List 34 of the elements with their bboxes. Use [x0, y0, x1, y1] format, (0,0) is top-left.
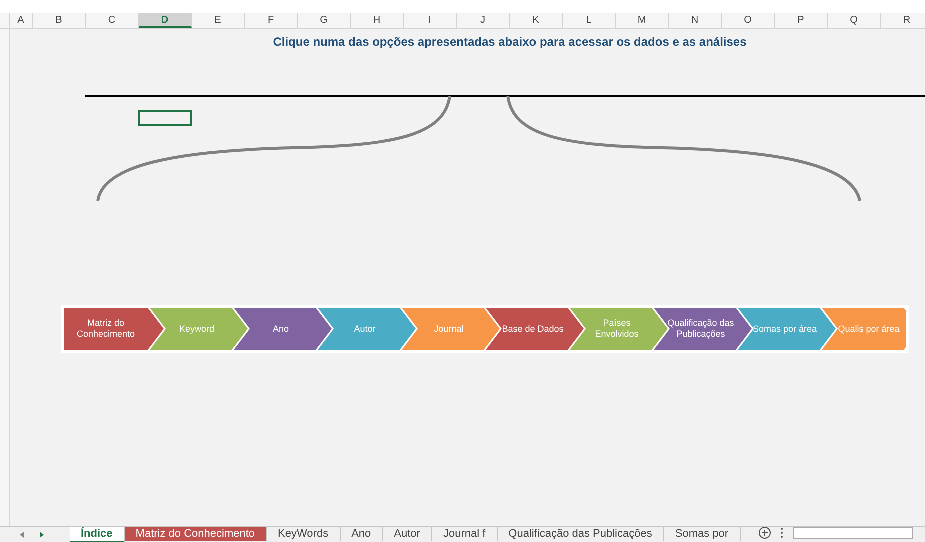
column-header[interactable]: D: [139, 13, 192, 28]
sheet-tab[interactable]: Autor: [383, 527, 432, 541]
sheet-tab[interactable]: KeyWords: [267, 527, 341, 541]
horizontal-scrollbar[interactable]: [792, 527, 913, 539]
column-header[interactable]: H: [351, 13, 404, 28]
step-label[interactable]: Base de Dados: [502, 324, 564, 334]
column-header[interactable]: F: [245, 13, 298, 28]
column-header[interactable]: B: [33, 13, 86, 28]
column-header[interactable]: E: [192, 13, 245, 28]
column-header[interactable]: A: [10, 13, 33, 28]
step-label[interactable]: Ano: [272, 324, 289, 334]
sheet-tab[interactable]: Matriz do Conhecimento: [124, 527, 268, 541]
column-header[interactable]: K: [510, 13, 563, 28]
scroll-right-icon[interactable]: [40, 532, 44, 538]
column-header[interactable]: N: [669, 13, 722, 28]
sheet-title: Clique numa das opções apresentadas abaixo para acessar os dados e as análises: [272, 34, 748, 51]
add-sheet-icon[interactable]: [758, 527, 771, 539]
column-header[interactable]: O: [722, 13, 775, 28]
column-header[interactable]: G: [298, 13, 351, 28]
sheet-tab[interactable]: Qualificação das Publicações: [498, 527, 664, 541]
more-icon[interactable]: [780, 528, 783, 538]
sheet-tab[interactable]: Journal f: [432, 527, 498, 541]
sheet-tab[interactable]: Ano: [340, 527, 384, 541]
column-header[interactable]: J: [457, 13, 510, 28]
selected-cell[interactable]: [138, 110, 192, 126]
sheet-tab[interactable]: Somas por: [664, 527, 741, 541]
column-header[interactable]: P: [775, 13, 828, 28]
sheet-tab[interactable]: Índice: [70, 527, 125, 542]
column-header[interactable]: L: [563, 13, 616, 28]
column-header[interactable]: I: [404, 13, 457, 28]
column-header[interactable]: M: [616, 13, 669, 28]
column-header[interactable]: R: [881, 13, 925, 28]
column-header[interactable]: Q: [828, 13, 881, 28]
scroll-left-icon[interactable]: [20, 532, 24, 538]
